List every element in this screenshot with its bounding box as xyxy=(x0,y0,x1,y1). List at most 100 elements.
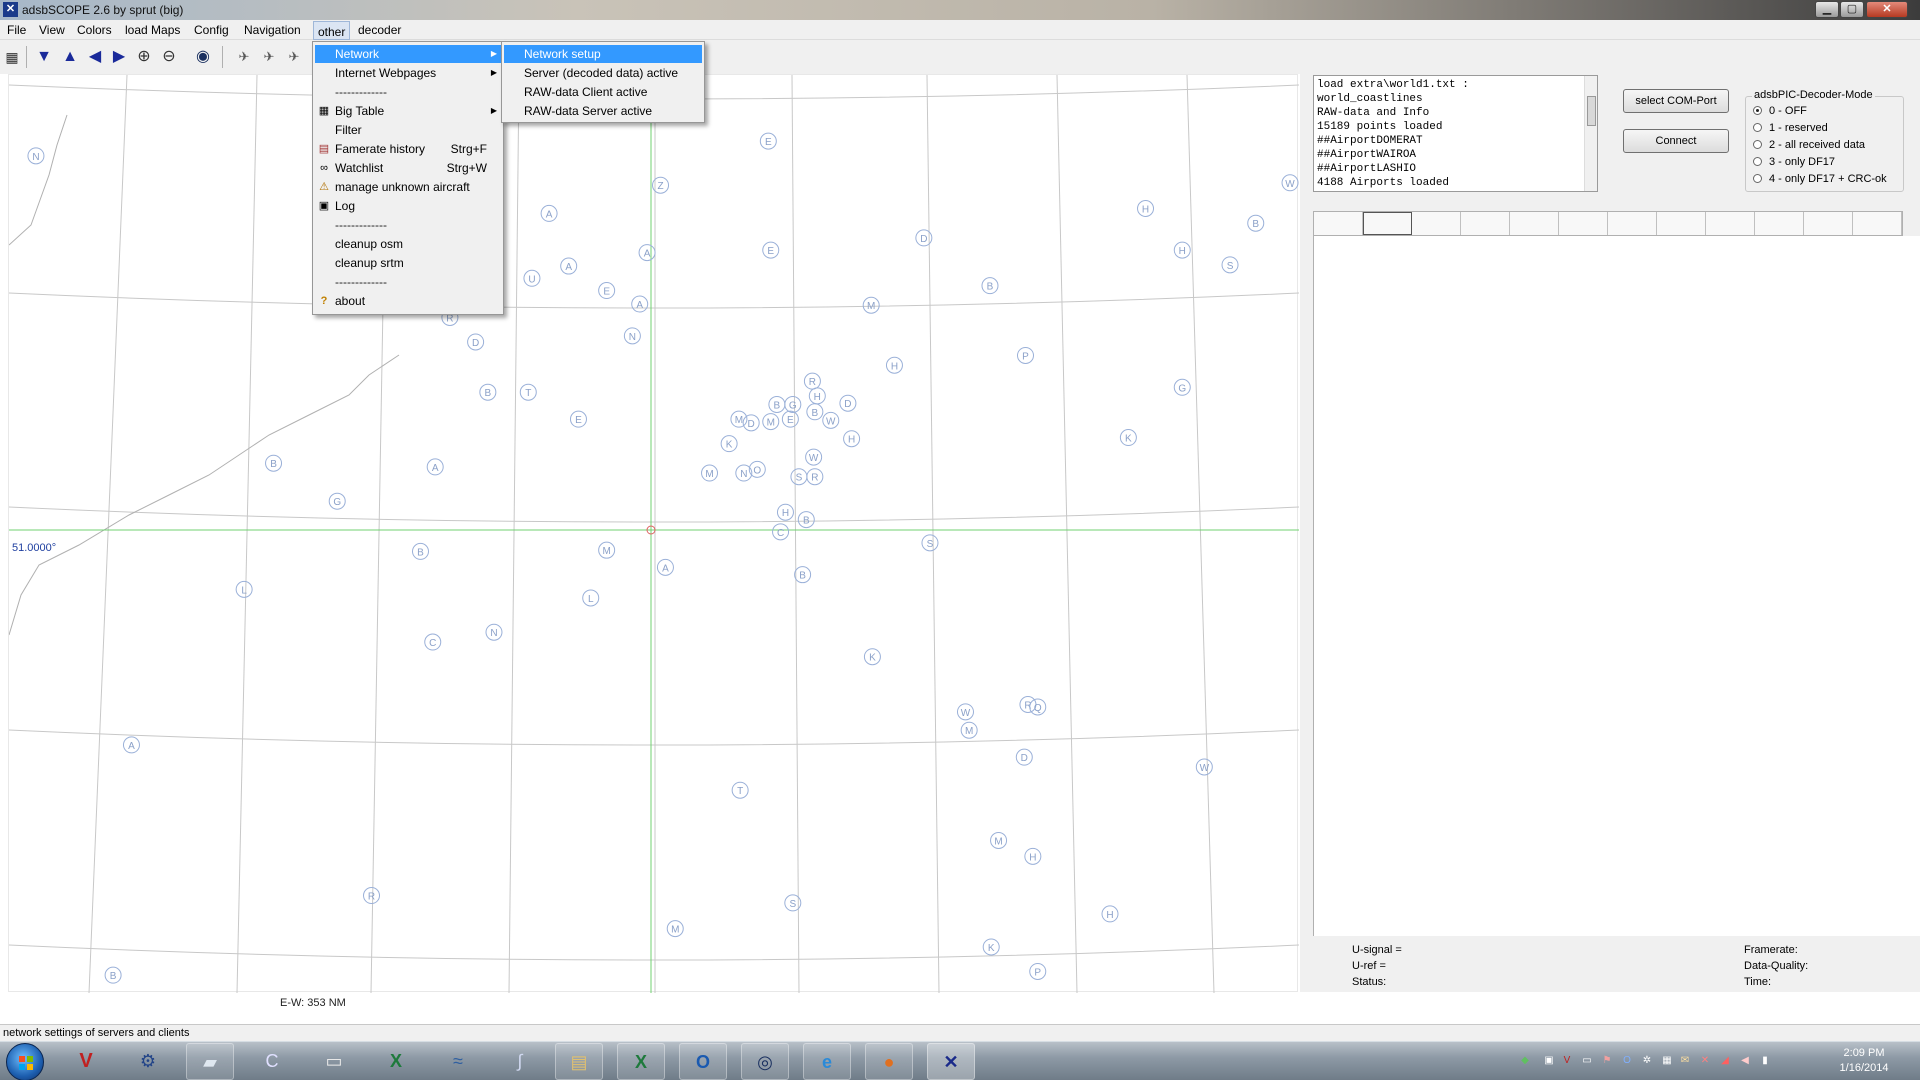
airport-marker[interactable]: C xyxy=(772,523,790,541)
airport-marker[interactable]: S xyxy=(921,534,939,552)
airport-marker[interactable]: M xyxy=(990,831,1008,849)
airport-marker[interactable]: G xyxy=(1173,378,1191,396)
decoder-option-4[interactable]: 4 - only DF17 + CRC-ok xyxy=(1753,173,1887,185)
airport-marker[interactable]: H xyxy=(1173,241,1191,259)
minimize-button[interactable]: ▁ xyxy=(1815,1,1839,18)
airport-marker[interactable]: W xyxy=(956,703,974,721)
airport-marker[interactable]: D xyxy=(467,333,485,351)
submenu-item-server-active[interactable]: Server (decoded data) active xyxy=(504,64,702,82)
decoder-option-0[interactable]: 0 - OFF xyxy=(1753,105,1807,117)
firefox-icon[interactable]: ● xyxy=(865,1043,913,1080)
start-button[interactable] xyxy=(6,1043,44,1080)
browser-icon[interactable]: ◎ xyxy=(741,1043,789,1080)
table-header-cell[interactable] xyxy=(1412,212,1461,235)
airport-marker[interactable]: H xyxy=(1024,847,1042,865)
c-icon[interactable]: C xyxy=(248,1043,296,1080)
decoder-option-1[interactable]: 1 - reserved xyxy=(1753,122,1828,134)
airport-marker[interactable]: S xyxy=(1221,256,1239,274)
nav-right-icon[interactable]: ▶ xyxy=(108,46,130,68)
airport-marker[interactable]: B xyxy=(479,383,497,401)
airport-marker[interactable]: O xyxy=(748,460,766,478)
log-textbox[interactable]: load extra\world1.txt : world_coastlines… xyxy=(1313,75,1598,192)
menu-navigation[interactable]: Navigation xyxy=(240,23,305,37)
airport-marker[interactable]: B xyxy=(794,566,812,584)
table-header-cell[interactable] xyxy=(1657,212,1706,235)
airport-marker[interactable]: A xyxy=(122,736,140,754)
menu-view[interactable]: View xyxy=(35,23,69,37)
airport-marker[interactable]: K xyxy=(720,435,738,453)
airport-marker[interactable]: T xyxy=(731,781,749,799)
menu-config[interactable]: Config xyxy=(190,23,233,37)
airport-marker[interactable]: D xyxy=(839,394,857,412)
airport-marker[interactable]: E xyxy=(781,410,799,428)
airport-marker[interactable]: H xyxy=(1101,905,1119,923)
mail-icon[interactable]: ✉ xyxy=(1678,1054,1692,1068)
nav-up-icon[interactable]: ▲ xyxy=(59,46,81,68)
signal-icon[interactable]: ▮ xyxy=(1758,1054,1772,1068)
table-header-cell[interactable] xyxy=(1853,212,1902,235)
explorer-icon[interactable]: ▤ xyxy=(555,1043,603,1080)
menu-item-filter[interactable]: Filter xyxy=(315,121,501,139)
tray-gear-icon[interactable]: ✲ xyxy=(1640,1054,1654,1068)
tray-box-icon[interactable]: ▦ xyxy=(1660,1054,1674,1068)
airport-marker[interactable]: B xyxy=(806,403,824,421)
globe-icon[interactable]: ◉ xyxy=(192,46,214,68)
radio-icon[interactable] xyxy=(1753,123,1762,132)
airport-marker[interactable]: K xyxy=(863,648,881,666)
submenu-item-network-setup[interactable]: Network setup xyxy=(504,45,702,63)
airport-marker[interactable]: A xyxy=(426,458,444,476)
airport-marker[interactable]: N xyxy=(485,623,503,641)
tray-alert-icon[interactable]: ✕ xyxy=(1698,1054,1712,1068)
connect-button[interactable]: Connect xyxy=(1623,129,1729,153)
menu-item-famerate-history[interactable]: ▤ Famerate history Strg+F xyxy=(315,140,501,158)
outlook-tray-icon[interactable]: O xyxy=(1620,1054,1634,1068)
notepad-icon[interactable]: ▰ xyxy=(186,1043,234,1080)
table-header-cell[interactable] xyxy=(1510,212,1559,235)
airport-marker[interactable]: G xyxy=(784,395,802,413)
outlook-icon[interactable]: O xyxy=(679,1043,727,1080)
airport-marker[interactable]: H xyxy=(843,430,861,448)
airport-marker[interactable]: B xyxy=(411,542,429,560)
close-button[interactable]: ✕ xyxy=(1866,1,1908,18)
feather-icon[interactable]: ∫ xyxy=(496,1043,544,1080)
menu-decoder[interactable]: decoder xyxy=(354,23,405,37)
airport-marker[interactable]: M xyxy=(862,296,880,314)
tray-window-icon[interactable]: ▭ xyxy=(1580,1054,1594,1068)
airport-marker[interactable]: P xyxy=(1029,962,1047,980)
airport-marker[interactable]: L xyxy=(235,580,253,598)
tray-app-icon[interactable]: ▣ xyxy=(1542,1054,1556,1068)
airport-marker[interactable]: A xyxy=(656,558,674,576)
table-header-cell[interactable] xyxy=(1461,212,1510,235)
airport-marker[interactable]: D xyxy=(1015,748,1033,766)
radio-icon[interactable] xyxy=(1753,174,1762,183)
airport-marker[interactable]: B xyxy=(797,511,815,529)
windows-app-icon[interactable]: ▭ xyxy=(310,1043,358,1080)
airport-marker[interactable]: W xyxy=(1281,174,1299,192)
aircraft-table-body[interactable] xyxy=(1313,236,1920,936)
airport-marker[interactable]: C xyxy=(424,633,442,651)
airport-marker[interactable]: K xyxy=(1119,429,1137,447)
zoom-out-icon[interactable]: ⊖ xyxy=(158,46,180,68)
submenu-item-raw-server-active[interactable]: RAW-data Server active xyxy=(504,102,702,120)
airport-marker[interactable]: N xyxy=(623,327,641,345)
table-header-cell[interactable] xyxy=(1804,212,1853,235)
vc-icon[interactable]: V xyxy=(1560,1054,1574,1068)
table-header-cell[interactable] xyxy=(1608,212,1657,235)
menu-item-about[interactable]: ? about xyxy=(315,292,501,310)
airport-marker[interactable]: A xyxy=(638,244,656,262)
submenu-item-raw-client-active[interactable]: RAW-data Client active xyxy=(504,83,702,101)
airport-marker[interactable]: K xyxy=(982,938,1000,956)
table-header-cell[interactable] xyxy=(1559,212,1608,235)
maximize-button[interactable]: ▢ xyxy=(1840,1,1864,18)
decoder-option-3[interactable]: 3 - only DF17 xyxy=(1753,156,1835,168)
airport-marker[interactable]: E xyxy=(759,132,777,150)
nav-down-icon[interactable]: ▼ xyxy=(33,46,55,68)
menu-item-big-table[interactable]: ▦ Big Table ▶ xyxy=(315,102,501,120)
fish-icon[interactable]: ≈ xyxy=(434,1043,482,1080)
airport-marker[interactable]: M xyxy=(666,920,684,938)
menu-item-manage-unknown-aircraft[interactable]: ⚠ manage unknown aircraft xyxy=(315,178,501,196)
airport-marker[interactable]: H xyxy=(1137,199,1155,217)
airport-marker[interactable]: U xyxy=(523,269,541,287)
radio-icon[interactable] xyxy=(1753,157,1762,166)
zoom-in-icon[interactable]: ⊕ xyxy=(133,46,155,68)
